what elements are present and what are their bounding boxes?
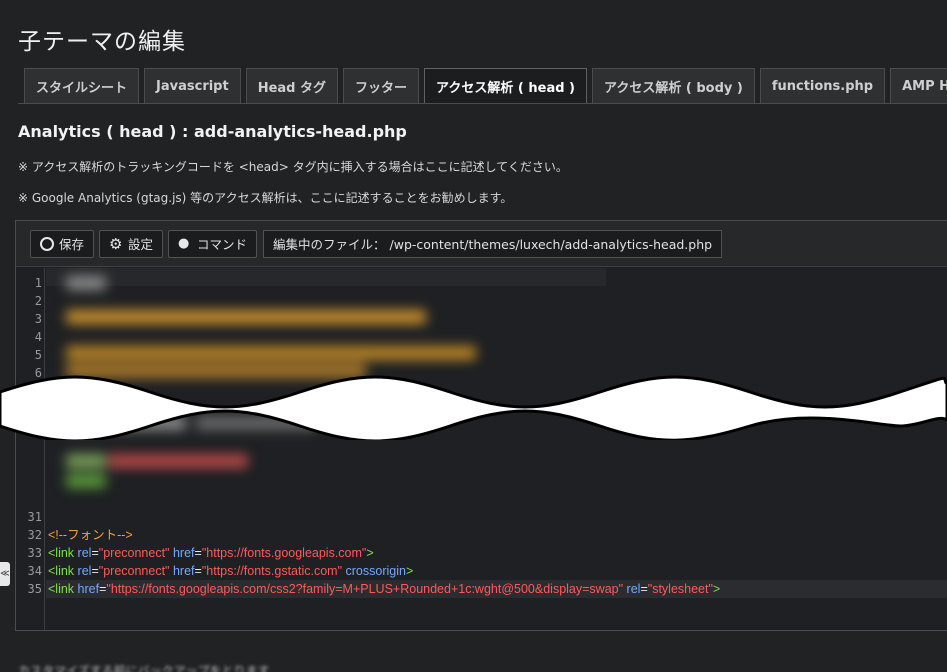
tab-footer[interactable]: フッター (343, 68, 420, 104)
save-icon (40, 236, 54, 251)
line-number: 33 (27, 546, 42, 560)
note-line-2: ※ Google Analytics (gtag.js) 等のアクセス解析は、こ… (18, 191, 513, 205)
tab-divider (18, 103, 947, 104)
save-label: 保存 (59, 237, 85, 252)
tag-token: > (712, 582, 721, 596)
string-token: "https://fonts.gstatic.com" (201, 564, 343, 578)
equals-token: = (640, 582, 648, 596)
line-number-gutter: 1 2 3 4 5 6 7 31 32 33 34 35 (16, 268, 45, 630)
line-number: 2 (34, 294, 42, 308)
string-token: "preconnect" (98, 564, 170, 578)
attr-token: href (172, 546, 195, 560)
gear-icon: ⚙ (109, 234, 123, 253)
command-label: コマンド (197, 237, 248, 252)
string-token: "stylesheet" (647, 582, 713, 596)
editing-file-path: 編集中のファイル： /wp-content/themes/luxech/add-… (263, 229, 723, 258)
side-panel-toggle[interactable]: ≪ (0, 562, 10, 586)
attr-token: href (77, 582, 100, 596)
wave-cut-divider (0, 375, 947, 440)
line-number: 1 (34, 276, 42, 290)
equals-token: = (194, 564, 202, 578)
tab-javascript[interactable]: Javascript (144, 68, 241, 104)
code-line-34: <link rel="preconnect" href="https://fon… (48, 562, 413, 580)
attr-token: href (172, 564, 195, 578)
tab-analytics-head[interactable]: アクセス解析 ( head ) (424, 68, 587, 104)
tag-token: <link (48, 582, 75, 596)
code-line-32: <!--フォント--> (48, 526, 133, 544)
equals-token: = (91, 564, 99, 578)
code-line-33: <link rel="preconnect" href="https://fon… (48, 544, 374, 562)
lightbulb-icon: ● (178, 235, 190, 251)
string-token: "preconnect" (98, 546, 170, 560)
equals-token: = (91, 546, 99, 560)
attr-token: rel (77, 546, 92, 560)
tab-bar: スタイルシート Javascript Head タグ フッター アクセス解析 (… (24, 68, 947, 104)
command-button[interactable]: ● コマンド (168, 229, 258, 258)
editor-toolbar: 保存 ⚙ 設定 ● コマンド 編集中のファイル： /wp-content/the… (16, 221, 947, 267)
tag-token: <link (48, 564, 75, 578)
file-heading: Analytics ( head ) : add-analytics-head.… (18, 122, 407, 141)
tab-amp-html[interactable]: AMP HTML (890, 68, 947, 104)
code-line-35: <link href = "https://fonts.googleapis.com… (48, 580, 720, 598)
page-title: 子テーマの編集 (18, 29, 186, 55)
tab-analytics-body[interactable]: アクセス解析 ( body ) (592, 68, 755, 104)
string-token: "https://fonts.googleapis.com" (201, 546, 367, 560)
comment-token: <!--フォント--> (48, 528, 133, 542)
settings-label: 設定 (128, 237, 154, 252)
tab-functions-php[interactable]: functions.php (759, 68, 886, 104)
line-number: 35 (27, 582, 42, 596)
save-button[interactable]: 保存 (30, 229, 95, 258)
line-number: 34 (27, 564, 42, 578)
line-number: 4 (34, 330, 42, 344)
code-content[interactable]: <!--フォント--> <link rel="preconnect" href=… (46, 268, 947, 630)
string-token: "https://fonts.googleapis.com/css2?famil… (106, 582, 624, 596)
attr-token: rel (626, 582, 641, 596)
line-number: 3 (34, 312, 42, 326)
equals-token: = (194, 546, 202, 560)
tag-token: > (405, 564, 414, 578)
attr-token: rel (77, 564, 92, 578)
tag-token: <link (48, 546, 75, 560)
bottom-caption: カスタマイズする前にバックアップをとります (18, 664, 270, 672)
settings-button[interactable]: ⚙ 設定 (99, 229, 164, 258)
tab-stylesheet[interactable]: スタイルシート (24, 68, 140, 104)
note-line-1: ※ アクセス解析のトラッキングコードを <head> タグ内に挿入する場合はここ… (18, 160, 568, 174)
line-number: 31 (27, 510, 42, 524)
attr-token: crossorigin (345, 564, 406, 578)
tab-head-tag[interactable]: Head タグ (245, 68, 339, 104)
line-number: 32 (27, 528, 42, 542)
tag-token: > (366, 546, 374, 560)
